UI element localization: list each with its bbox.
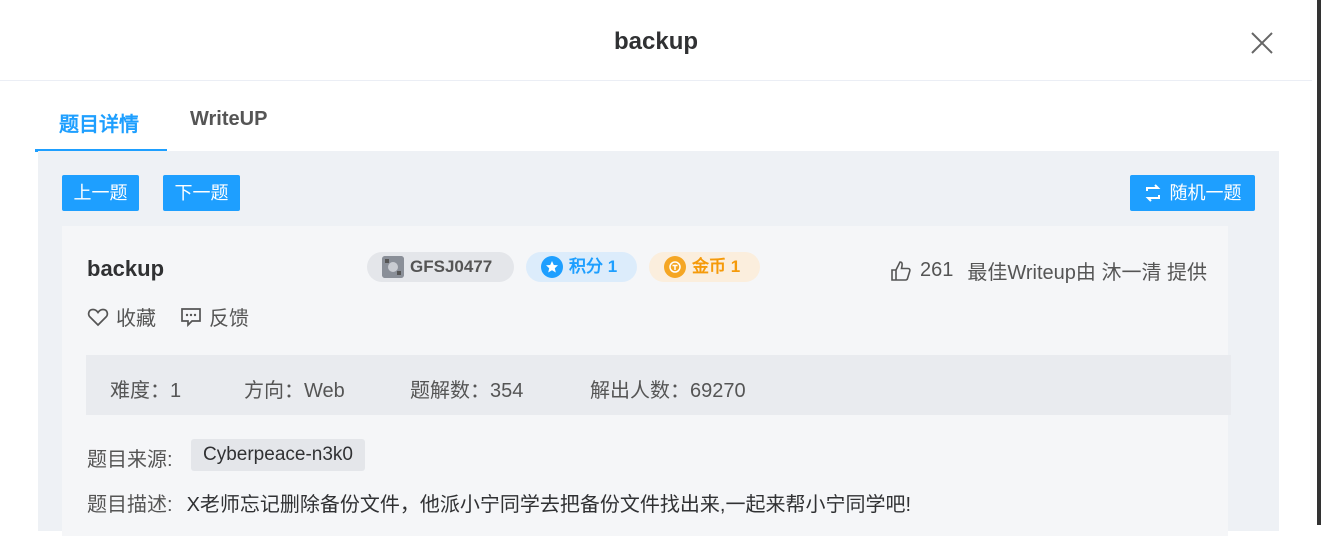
dialog-title: backup [613,28,699,55]
direction-stat: 方向：Web [244,380,345,402]
solves-stat: 题解数：354 [410,380,524,402]
action-row: 收藏 反馈 [87,302,273,331]
tab-details[interactable]: 题目详情 [59,108,139,137]
challenge-card: backup GFSJ0477 积分 1 金币 1 261 最佳Writeup由… [62,226,1231,536]
stats-bar: 难度：1 方向：Web 题解数：354 解出人数：69270 [86,355,1231,415]
thumbs-up-icon[interactable] [890,260,912,282]
id-avatar-icon [382,256,404,278]
difficulty-stat: 难度：1 [110,380,182,402]
challenge-id: GFSJ0477 [410,257,493,276]
prev-question-button[interactable]: 上一题 [62,175,139,211]
heart-icon [87,307,109,327]
likes-area: 261 最佳Writeup由 沐一清 提供 [890,256,1207,285]
coins-label: 金币 1 [692,257,741,276]
star-badge-icon [541,256,563,278]
feedback-label: 反馈 [209,308,249,330]
tab-writeup[interactable]: WriteUP [190,108,267,131]
likes-count: 261 [920,259,954,281]
solvers-stat: 解出人数：69270 [590,380,746,402]
random-question-button[interactable]: 随机一题 [1130,175,1255,211]
comment-icon [180,307,202,327]
shuffle-icon [1144,184,1162,202]
description-text: X老师忘记删除备份文件，他派小宁同学去把备份文件找出来,一起来帮小宁同学吧! [186,494,912,516]
next-question-button[interactable]: 下一题 [163,175,240,211]
feedback-button[interactable]: 反馈 [180,302,249,331]
close-icon[interactable] [1250,31,1274,55]
source-tag: Cyberpeace-n3k0 [191,439,365,471]
description-row: 题目描述: X老师忘记删除备份文件，他派小宁同学去把备份文件找出来,一起来帮小宁同… [87,488,911,517]
favorite-button[interactable]: 收藏 [87,302,156,331]
favorite-label: 收藏 [116,308,156,330]
source-label: 题目来源: [87,449,173,471]
description-label: 题目描述: [87,494,173,516]
challenge-title: backup [87,256,165,281]
dialog-header: backup [0,0,1312,81]
points-label: 积分 1 [569,257,618,276]
random-question-label: 随机一题 [1169,183,1242,203]
challenge-id-badge: GFSJ0477 [367,252,514,282]
coin-icon [664,256,686,278]
best-writeup-text[interactable]: 最佳Writeup由 沐一清 提供 [967,256,1207,285]
tab-bar: 题目详情 WriteUP [35,80,1279,152]
challenge-panel: 上一题 下一题 随机一题 backup GFSJ0477 积分 1 金币 1 2… [38,151,1279,536]
scrollbar-edge [1317,0,1321,525]
coins-badge: 金币 1 [649,252,760,282]
points-badge: 积分 1 [526,252,637,282]
